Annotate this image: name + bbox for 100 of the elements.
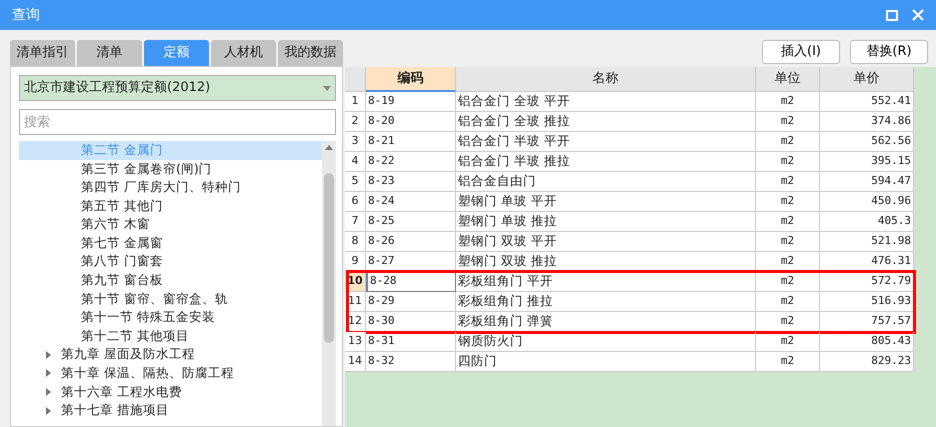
column-header[interactable]: 编码 — [366, 67, 456, 92]
table-cell: 374.86 — [820, 112, 914, 132]
table-cell: 562.56 — [820, 132, 914, 152]
tree-item[interactable]: 第十二节 其他项目 — [19, 326, 322, 346]
tree-item[interactable]: 第五节 其他门 — [19, 196, 322, 216]
row-number: 3 — [345, 132, 366, 152]
row-number: 8 — [345, 232, 366, 252]
table-cell: 四防门 — [456, 352, 756, 372]
table-cell: 铝合金门 半玻 平开 — [456, 132, 756, 152]
table-cell: m2 — [756, 92, 820, 112]
tree-item[interactable]: 第六节 木窗 — [19, 215, 322, 234]
table-cell: 476.31 — [820, 252, 914, 272]
table-cell: 8-21 — [366, 132, 456, 152]
tab[interactable]: 人材机 — [211, 40, 276, 66]
row-number: 14 — [345, 352, 366, 372]
table-cell: m2 — [756, 152, 820, 172]
expand-caret-icon[interactable] — [46, 406, 51, 415]
table-cell: 塑钢门 双玻 平开 — [456, 232, 756, 252]
table-cell: 572.79 — [820, 272, 914, 292]
table-cell: 8-20 — [366, 112, 456, 132]
library-dropdown[interactable]: 北京市建设工程预算定额(2012) — [19, 75, 336, 101]
tree-item[interactable]: 第十节 窗帘、窗帘盒、轨 — [19, 290, 322, 308]
table-cell: 8-22 — [366, 152, 456, 172]
table-cell: m2 — [756, 172, 820, 192]
window-title: 查询 — [12, 6, 41, 24]
table-cell: 钢质防火门 — [456, 332, 756, 352]
column-header[interactable]: 名称 — [456, 67, 756, 92]
table-cell: m2 — [756, 252, 820, 272]
tab[interactable]: 我的数据 — [278, 40, 343, 66]
tree-item[interactable]: 第十六章 工程水电费 — [19, 382, 322, 402]
table-cell: 805.43 — [820, 332, 914, 352]
column-header[interactable]: 单价 — [820, 67, 914, 92]
table-cell: 8-32 — [366, 352, 456, 372]
row-number: 4 — [345, 152, 366, 172]
table-cell: 塑钢门 双玻 推拉 — [456, 252, 756, 272]
tree-item[interactable]: 第十章 保温、隔热、防腐工程 — [19, 364, 322, 383]
tab[interactable]: 清单指引 — [10, 40, 75, 66]
tree-item[interactable]: 第七节 金属窗 — [19, 234, 322, 253]
tree-item[interactable]: 第九章 屋面及防水工程 — [19, 346, 322, 364]
table-cell: 彩板组角门 平开 — [456, 272, 756, 292]
table-cell: 铝合金门 全玻 平开 — [456, 92, 756, 112]
column-header[interactable]: 单位 — [756, 67, 820, 92]
table-cell: m2 — [756, 212, 820, 232]
table-cell: 8-26 — [366, 232, 456, 252]
tree-item[interactable]: 第十一节 特殊五金安装 — [19, 308, 322, 327]
table-cell: 铝合金门 全玻 推拉 — [456, 112, 756, 132]
tree-item[interactable]: 第十七章 措施项目 — [19, 401, 322, 420]
table-cell: 彩板组角门 推拉 — [456, 292, 756, 312]
table-cell: m2 — [756, 272, 820, 292]
scrollbar[interactable] — [322, 141, 336, 426]
maximize-icon[interactable] — [886, 10, 898, 20]
scrollbar-thumb[interactable] — [324, 173, 334, 343]
table-cell: 8-31 — [366, 332, 456, 352]
scroll-up-icon[interactable] — [325, 145, 333, 150]
table-cell: 铝合金自由门 — [456, 172, 756, 192]
row-number: 9 — [345, 252, 366, 272]
table-cell: 521.98 — [820, 232, 914, 252]
tree-label: 第十六章 工程水电费 — [61, 382, 182, 401]
tree-label: 第十七章 措施项目 — [61, 401, 169, 420]
expand-caret-icon[interactable] — [46, 350, 51, 359]
table-cell: 516.93 — [820, 292, 914, 312]
table-cell: 彩板组角门 弹簧 — [456, 312, 756, 332]
table-cell: m2 — [756, 132, 820, 152]
row-number: 13 — [345, 332, 366, 352]
table-cell: m2 — [756, 332, 820, 352]
table-cell: 8-24 — [366, 192, 456, 212]
table-cell: 594.47 — [820, 172, 914, 192]
table-cell: 8-23 — [366, 172, 456, 192]
table-cell: 552.41 — [820, 92, 914, 112]
table-cell: 8-30 — [366, 312, 456, 332]
row-number: 1 — [345, 92, 366, 112]
library-name: 北京市建设工程预算定额(2012) — [24, 79, 212, 98]
table-cell: 8-29 — [366, 292, 456, 312]
row-number: 5 — [345, 172, 366, 192]
dropdown-caret-icon — [323, 86, 331, 90]
table-cell: m2 — [756, 352, 820, 372]
tab[interactable]: 清单 — [77, 40, 142, 66]
table-cell: 8-19 — [366, 92, 456, 112]
expand-caret-icon[interactable] — [46, 369, 51, 378]
grid-corner-cell — [345, 67, 366, 92]
tree-item[interactable]: 第九节 窗台板 — [19, 271, 322, 290]
tree-item[interactable]: 第八节 门窗套 — [19, 252, 322, 272]
row-number: 6 — [345, 192, 366, 212]
close-icon[interactable] — [912, 9, 924, 21]
table-cell: 829.23 — [820, 352, 914, 372]
table-cell: m2 — [756, 312, 820, 332]
search-field[interactable]: 搜索 — [19, 109, 336, 135]
toolbar-button[interactable]: 插入(I) — [762, 40, 840, 64]
table-cell: 8-28 — [366, 272, 456, 292]
toolbar-button[interactable]: 替换(R) — [850, 40, 928, 64]
table-cell: 405.3 — [820, 212, 914, 232]
table-cell: 395.15 — [820, 152, 914, 172]
table-cell: 铝合金门 半玻 推拉 — [456, 152, 756, 172]
table-cell: m2 — [756, 232, 820, 252]
tree-label: 第九章 屋面及防水工程 — [61, 345, 195, 364]
table-cell: m2 — [756, 112, 820, 132]
expand-caret-icon[interactable] — [46, 388, 51, 396]
tree-item[interactable]: 第四节 厂库房大门、特种门 — [19, 178, 322, 197]
tree-item[interactable]: 第三节 金属卷帘(闸)门 — [19, 160, 322, 178]
row-number: 2 — [345, 112, 366, 132]
